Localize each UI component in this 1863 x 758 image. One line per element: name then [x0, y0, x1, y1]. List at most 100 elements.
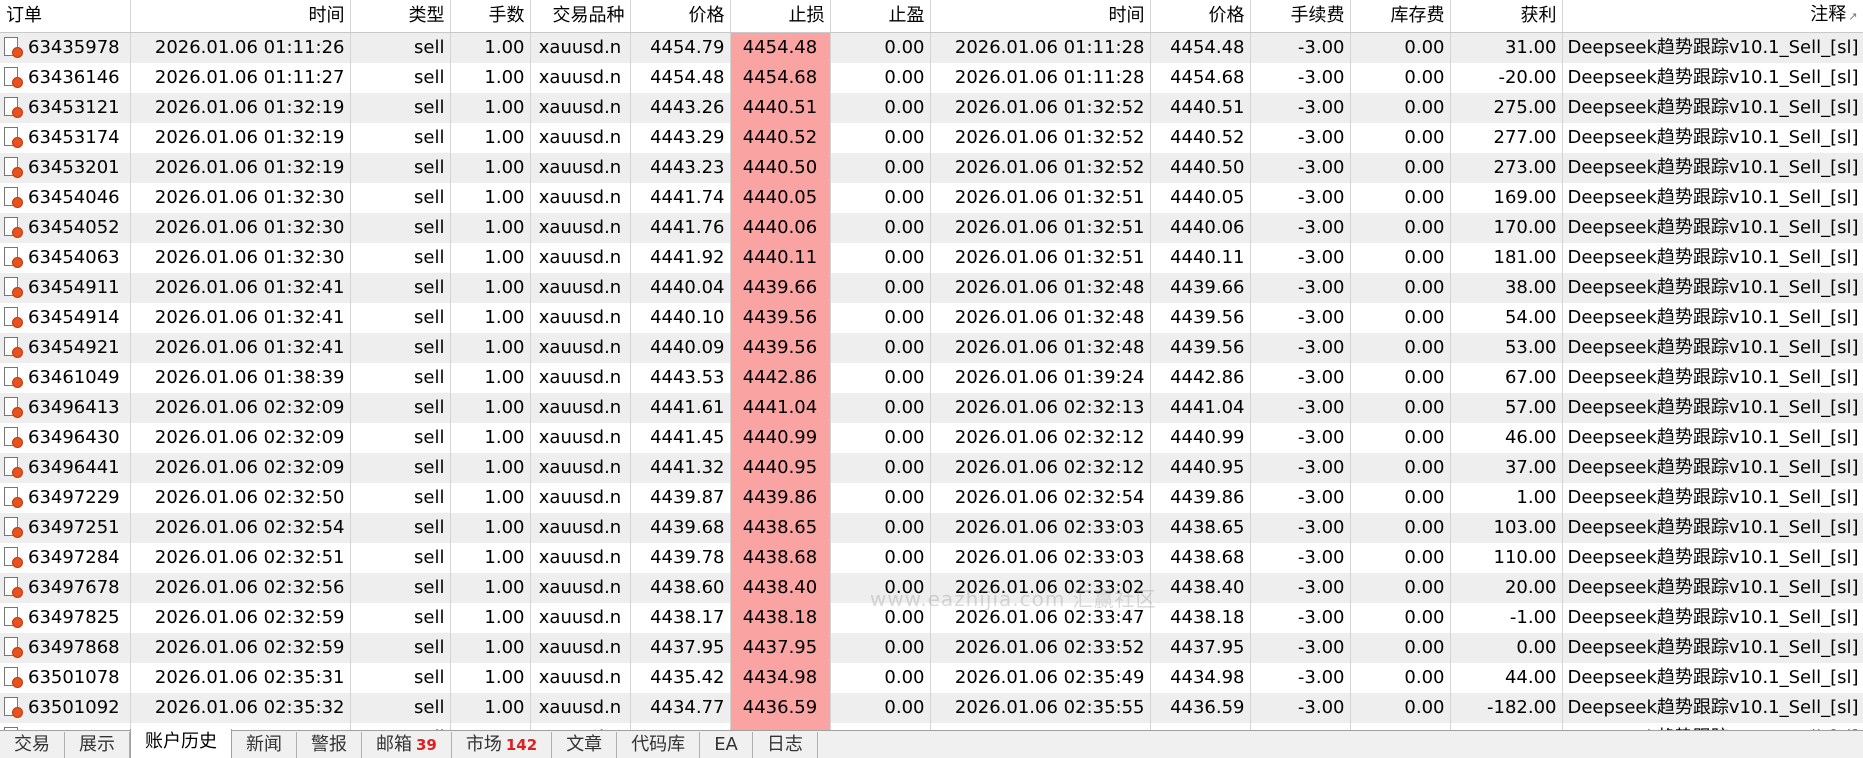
cell-open-time: 2026.01.06 02:32:56 — [130, 573, 351, 603]
table-row[interactable]: 63461049 2026.01.06 01:38:39 sell 1.00 xauus… — [0, 363, 1863, 393]
tab-label: 警报 — [311, 734, 347, 755]
cell-comment: Deepseek趋势跟踪v10.1_Sell_[sl] — [1562, 393, 1863, 423]
table-row[interactable]: 63497284 2026.01.06 02:32:51 sell 1.00 xauus… — [0, 543, 1863, 573]
cell-swap: 0.00 — [1350, 543, 1451, 573]
table-row[interactable]: 63501078 2026.01.06 02:35:31 sell 1.00 xauus… — [0, 663, 1863, 693]
table-row[interactable]: 63496413 2026.01.06 02:32:09 sell 1.00 xauus… — [0, 393, 1863, 423]
table-row[interactable]: 63497678 2026.01.06 02:32:56 sell 1.00 xauus… — [0, 573, 1863, 603]
order-document-icon — [4, 217, 23, 238]
cell-close-price: 4442.86 — [1150, 363, 1251, 393]
table-row[interactable]: 63454921 2026.01.06 01:32:41 sell 1.00 xauus… — [0, 333, 1863, 363]
tab-5[interactable]: 邮箱 39 — [362, 732, 452, 758]
table-row[interactable]: 63497229 2026.01.06 02:32:50 sell 1.00 xauus… — [0, 483, 1863, 513]
col-type[interactable]: 类型 — [350, 0, 451, 33]
table-row[interactable]: 63454063 2026.01.06 01:32:30 sell 1.00 xauus… — [0, 243, 1863, 273]
cell-profit: 68.00 — [1450, 723, 1563, 730]
tab-label: 新闻 — [246, 734, 282, 755]
tab-10[interactable]: 日志 — [753, 732, 818, 758]
cell-comment: Deepseek趋势跟踪v10.1_Sell_[sl] — [1562, 513, 1863, 543]
tab-2[interactable]: 账户历史 — [130, 729, 232, 758]
tab-7[interactable]: 文章 — [552, 732, 618, 758]
cell-close-time: 2026.01.06 01:32:48 — [930, 273, 1151, 303]
tab-8[interactable]: 代码库 — [617, 732, 701, 758]
col-profit[interactable]: 获利 — [1450, 0, 1563, 33]
table-row[interactable]: 63435978 2026.01.06 01:11:26 sell 1.00 xauus… — [0, 32, 1863, 63]
cell-comment: Deepseek趋势跟踪v10.1_Sell_[sl] — [1562, 213, 1863, 243]
table-row[interactable]: 63454052 2026.01.06 01:32:30 sell 1.00 xauus… — [0, 213, 1863, 243]
tab-4[interactable]: 警报 — [297, 732, 362, 758]
col-close-time[interactable]: 时间 — [930, 0, 1151, 33]
cell-take-profit: 0.00 — [830, 123, 931, 153]
table-row[interactable]: 63501092 2026.01.06 02:35:32 sell 1.00 xauus… — [0, 693, 1863, 723]
tab-1[interactable]: 展示 — [65, 732, 130, 758]
col-volume[interactable]: 手数 — [450, 0, 531, 33]
table-row[interactable]: 63453121 2026.01.06 01:32:19 sell 1.00 xauus… — [0, 93, 1863, 123]
order-document-icon — [4, 577, 23, 598]
cell-close-price: 4454.48 — [1150, 32, 1251, 63]
table-row[interactable]: 63496430 2026.01.06 02:32:09 sell 1.00 xauus… — [0, 423, 1863, 453]
col-close-price[interactable]: 价格 — [1150, 0, 1251, 33]
cell-volume: 1.00 — [450, 93, 531, 123]
cell-open-time: 2026.01.06 02:35:31 — [130, 663, 351, 693]
table-row[interactable]: 63454911 2026.01.06 01:32:41 sell 1.00 xauus… — [0, 273, 1863, 303]
cell-commission: -3.00 — [1250, 303, 1351, 333]
cell-take-profit: 0.00 — [830, 453, 931, 483]
col-symbol[interactable]: 交易品种 — [530, 0, 631, 33]
col-commission[interactable]: 手续费 — [1250, 0, 1351, 33]
table-row[interactable]: 635011242026.01.06 02:35:32sell1.00xauus… — [0, 723, 1863, 730]
col-comment[interactable]: 注释 ↗ — [1562, 0, 1863, 33]
col-stop-loss[interactable]: 止损 — [730, 0, 831, 33]
table-row[interactable]: 63497251 2026.01.06 02:32:54 sell 1.00 xauus… — [0, 513, 1863, 543]
order-document-icon — [4, 97, 23, 118]
cell-commission: -3.00 — [1250, 333, 1351, 363]
cell-open-time: 2026.01.06 02:32:09 — [130, 453, 351, 483]
tab-0[interactable]: 交易 — [0, 732, 65, 758]
tab-9[interactable]: EA — [700, 732, 753, 758]
cell-open-time: 2026.01.06 01:32:19 — [130, 123, 351, 153]
cell-stop-loss: 4434.98 — [730, 663, 831, 693]
order-id-text: 63497251 — [28, 517, 120, 538]
col-order[interactable]: 订单 — [0, 0, 131, 33]
cell-trade-type: sell — [350, 543, 451, 573]
order-document-icon — [4, 367, 23, 388]
cell-profit: 273.00 — [1450, 153, 1563, 183]
col-open-price[interactable]: 价格 — [630, 0, 731, 33]
cell-comment: Deepseek趋势跟踪v10.1_Sell_[sl] — [1562, 153, 1863, 183]
cell-order-id: 63497229 — [0, 483, 131, 513]
cell-close-price: 4454.68 — [1150, 63, 1251, 93]
cell-close-time: 2026.01.06 01:11:28 — [930, 32, 1151, 63]
cell-volume: 1.00 — [450, 693, 531, 723]
cell-commission: -3.00 — [1250, 153, 1351, 183]
cell-commission: -3.00 — [1250, 183, 1351, 213]
cell-open-time: 2026.01.06 02:32:09 — [130, 423, 351, 453]
table-row[interactable]: 63497868 2026.01.06 02:32:59 sell 1.00 xauus… — [0, 633, 1863, 663]
order-document-icon — [4, 127, 23, 148]
order-id-text: 63454921 — [28, 337, 120, 358]
cell-comment: Deepseek趋势跟踪v10.1_Sell_[sl] — [1562, 573, 1863, 603]
order-document-icon — [4, 277, 23, 298]
table-row[interactable]: 63453201 2026.01.06 01:32:19 sell 1.00 xauus… — [0, 153, 1863, 183]
cell-comment: Deepseek趋势跟踪v10.1_Sell_[sl] — [1562, 663, 1863, 693]
cell-close-price: 4439.56 — [1150, 303, 1251, 333]
table-row[interactable]: 63454046 2026.01.06 01:32:30 sell 1.00 xauus… — [0, 183, 1863, 213]
cell-open-time: 2026.01.06 01:32:41 — [130, 273, 351, 303]
cell-open-price: 4454.79 — [630, 32, 731, 63]
cell-open-time: 2026.01.06 01:32:19 — [130, 93, 351, 123]
tab-6[interactable]: 市场 142 — [452, 732, 553, 758]
table-row[interactable]: 63436146 2026.01.06 01:11:27 sell 1.00 xauus… — [0, 63, 1863, 93]
table-row[interactable]: 63454914 2026.01.06 01:32:41 sell 1.00 xauus… — [0, 303, 1863, 333]
cell-order-id: 63496413 — [0, 393, 131, 423]
cell-commission: -3.00 — [1250, 213, 1351, 243]
table-row[interactable]: 63496441 2026.01.06 02:32:09 sell 1.00 xauus… — [0, 453, 1863, 483]
cell-close-time: 2026.01.06 01:32:48 — [930, 303, 1151, 333]
table-row[interactable]: 63497825 2026.01.06 02:32:59 sell 1.00 xauus… — [0, 603, 1863, 633]
col-swap[interactable]: 库存费 — [1350, 0, 1451, 33]
order-id-text: 63497229 — [28, 487, 120, 508]
table-row[interactable]: 63453174 2026.01.06 01:32:19 sell 1.00 xauus… — [0, 123, 1863, 153]
cell-stop-loss: 4454.68 — [730, 63, 831, 93]
tab-label: 代码库 — [631, 734, 686, 755]
tab-3[interactable]: 新闻 — [232, 732, 297, 758]
tab-label: 账户历史 — [145, 731, 217, 752]
col-take-profit[interactable]: 止盈 — [830, 0, 931, 33]
col-open-time[interactable]: 时间 — [130, 0, 351, 33]
